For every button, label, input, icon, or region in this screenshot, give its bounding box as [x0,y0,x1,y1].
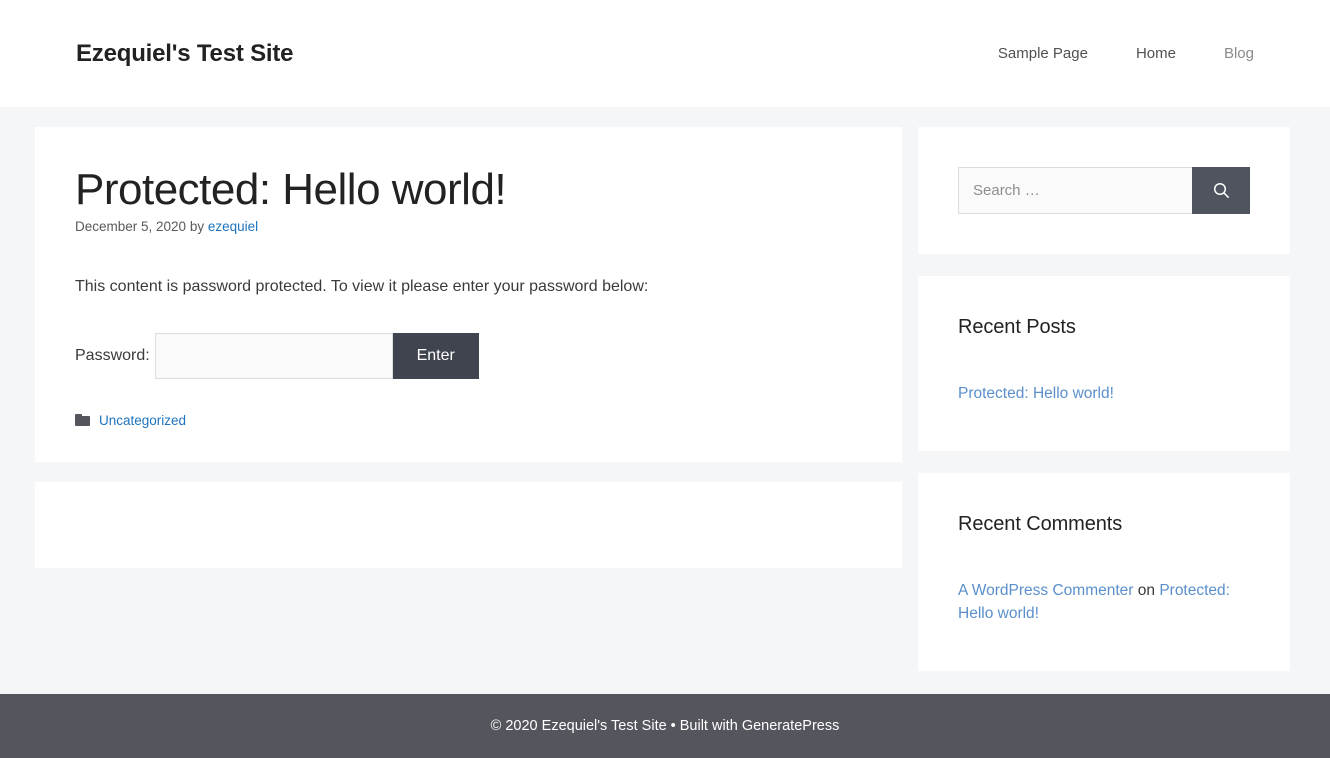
list-item: A WordPress Commenter on Protected: Hell… [958,580,1250,625]
generatepress-link[interactable]: GeneratePress [742,718,840,734]
comment-author-link[interactable]: A WordPress Commenter [958,582,1133,599]
footer-copyright: © 2020 Ezequiel's Test Site [490,718,667,734]
search-input[interactable] [958,167,1192,214]
main-content-column: Protected: Hello world! December 5, 2020… [35,127,902,588]
post-by-word: by [189,219,205,235]
post-date: December 5, 2020 [75,219,187,235]
widget-title-recent-posts: Recent Posts [958,316,1076,338]
recent-comments-list: A WordPress Commenter on Protected: Hell… [958,580,1250,625]
footer-built-with-text: Built with [679,718,738,734]
empty-content-card [35,481,902,568]
search-icon [1213,182,1229,198]
post-article: Protected: Hello world! December 5, 2020… [35,127,902,462]
widget-recent-posts: Recent Posts Protected: Hello world! [918,276,1290,452]
password-form: Password: Enter [75,332,862,379]
password-protected-notice: This content is password protected. To v… [75,278,649,296]
footer-separator: • [670,718,676,734]
post-author-link[interactable]: ezequiel [208,219,258,234]
recent-post-link[interactable]: Protected: Hello world! [958,385,1114,402]
nav-item-home[interactable]: Home [1112,0,1200,107]
list-item: Protected: Hello world! [958,383,1250,405]
main-navigation: Sample Page Home Blog [974,0,1254,107]
password-submit-button[interactable]: Enter [392,332,479,379]
search-form [958,167,1250,214]
folder-icon [75,414,90,427]
widget-title-recent-comments: Recent Comments [958,513,1123,536]
page-title: Protected: Hello world! [75,165,507,214]
page-content-wrapper: Protected: Hello world! December 5, 2020… [0,107,1330,693]
nav-item-blog[interactable]: Blog [1200,0,1254,107]
sidebar: Recent Posts Protected: Hello world! Rec… [918,127,1290,693]
password-input[interactable] [154,332,393,379]
nav-item-sample-page[interactable]: Sample Page [974,0,1112,107]
widget-search [918,127,1290,254]
site-title[interactable]: Ezequiel's Test Site [76,40,294,68]
site-header: Ezequiel's Test Site Sample Page Home Bl… [0,0,1330,107]
post-meta: December 5, 2020 by ezequiel [75,219,862,234]
search-button[interactable] [1192,167,1250,214]
category-link[interactable]: Uncategorized [99,413,186,428]
recent-posts-list: Protected: Hello world! [958,383,1250,405]
password-label: Password: [75,346,150,364]
post-footer: Uncategorized [75,413,862,428]
site-footer: © 2020 Ezequiel's Test Site • Built with… [0,694,1330,758]
widget-recent-comments: Recent Comments A WordPress Commenter on… [918,473,1290,672]
comment-connector: on [1137,582,1155,600]
